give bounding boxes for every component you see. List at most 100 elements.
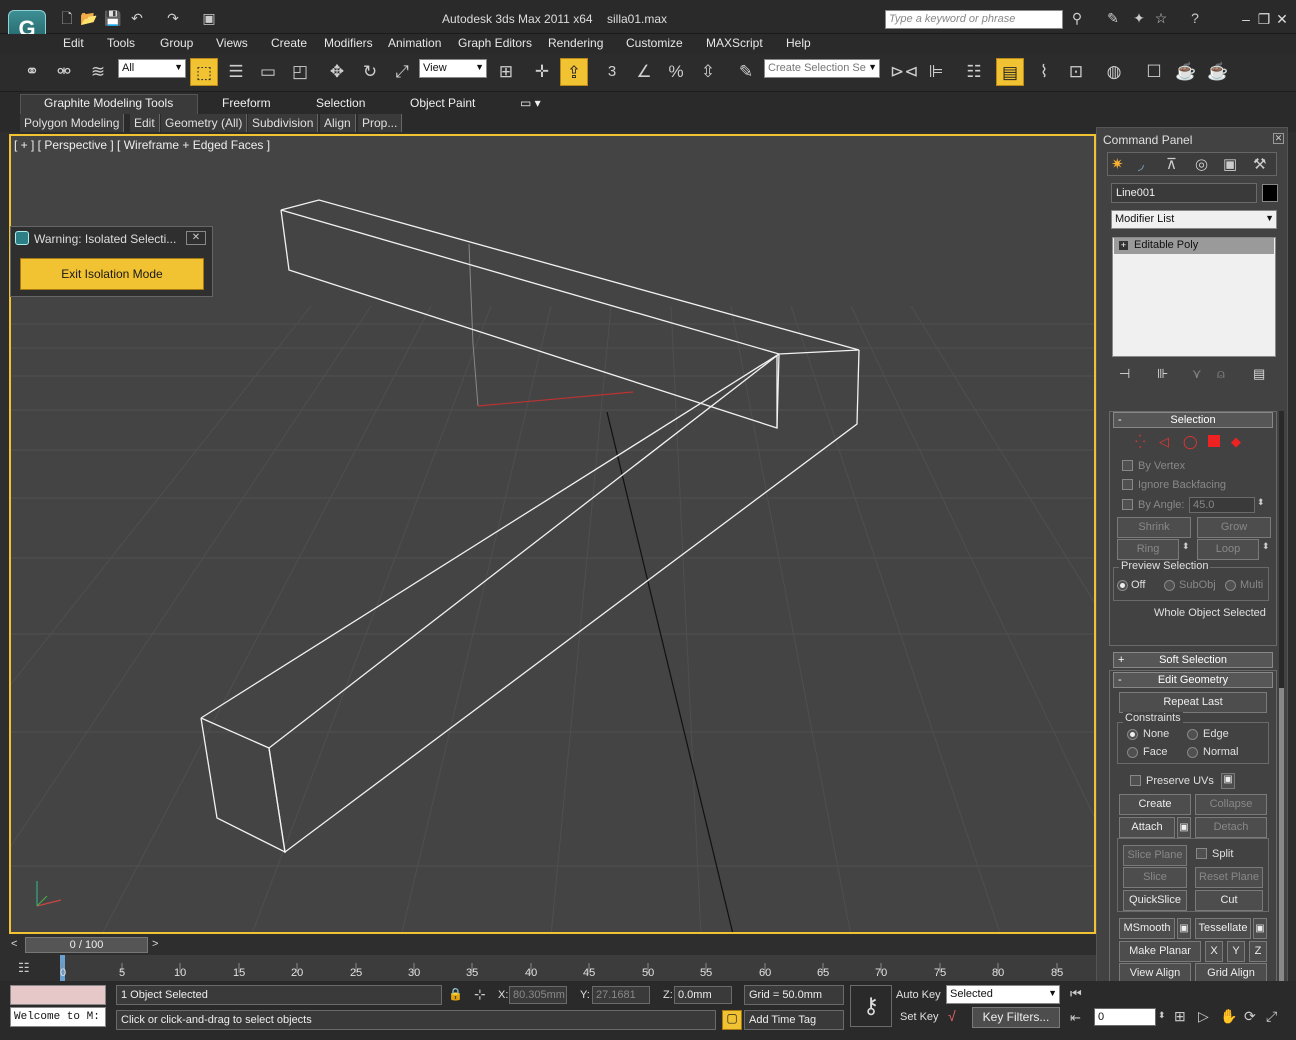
go-to-start-icon[interactable]: ⏮: [1070, 986, 1082, 1002]
ref-coord-dropdown[interactable]: View ▼: [419, 59, 487, 78]
attach-settings-icon[interactable]: ▣: [1177, 817, 1191, 838]
binoculars-icon[interactable]: ⚲: [1068, 9, 1086, 27]
tools-icon[interactable]: ✎: [1104, 9, 1122, 27]
viewport-label[interactable]: [ + ] [ Perspective ] [ Wireframe + Edge…: [14, 138, 270, 152]
display-tab-icon[interactable]: ▣: [1223, 155, 1237, 173]
planar-z-button[interactable]: Z: [1249, 941, 1267, 962]
constraint-none-radio[interactable]: [1127, 729, 1138, 740]
new-file-icon[interactable]: 🗋: [58, 9, 76, 27]
key-selection-dropdown[interactable]: Selected ▼: [946, 985, 1060, 1004]
utilities-tab-icon[interactable]: ⚒: [1253, 155, 1266, 173]
edit-named-selection-icon[interactable]: ✎: [732, 58, 760, 86]
snaps-toggle-icon[interactable]: 3: [598, 58, 626, 86]
selection-rollout-header[interactable]: - Selection: [1113, 412, 1273, 428]
edit-geometry-rollout-header[interactable]: - Edit Geometry: [1113, 672, 1273, 688]
open-file-icon[interactable]: 📂: [80, 9, 98, 27]
slice-plane-button[interactable]: Slice Plane: [1123, 845, 1187, 866]
default-tangent-icon[interactable]: √: [948, 1008, 956, 1024]
time-slider[interactable]: 0 / 100: [25, 937, 148, 953]
repeat-last-button[interactable]: Repeat Last: [1119, 692, 1267, 713]
communication-icon[interactable]: ✦: [1130, 9, 1148, 27]
menu-create[interactable]: Create: [271, 36, 307, 50]
project-folder-icon[interactable]: ▣: [200, 9, 218, 27]
time-config-icon[interactable]: ⊞: [1174, 1008, 1186, 1025]
layer-manager-icon[interactable]: ☷: [960, 58, 988, 86]
align-icon[interactable]: ⊫: [922, 58, 950, 86]
tab-freeform[interactable]: Freeform: [222, 96, 271, 110]
pan-hand-icon[interactable]: ✋: [1220, 1008, 1237, 1025]
curve-editor-icon[interactable]: ⌇: [1030, 58, 1058, 86]
maxscript-listener-mini[interactable]: [10, 985, 106, 1005]
menu-group[interactable]: Group: [160, 36, 193, 50]
close-icon[interactable]: ✕: [1272, 10, 1292, 28]
menu-edit[interactable]: Edit: [63, 36, 84, 50]
tessellate-settings-icon[interactable]: ▣: [1253, 918, 1267, 939]
msmooth-button[interactable]: MSmooth: [1119, 918, 1175, 939]
set-key-button[interactable]: Set Key: [900, 1011, 939, 1023]
subtab-properties[interactable]: Prop...: [358, 114, 403, 132]
tab-selection[interactable]: Selection: [316, 96, 365, 110]
absolute-mode-icon[interactable]: ⊹: [474, 986, 486, 1003]
add-time-tag-button[interactable]: Add Time Tag: [744, 1010, 844, 1030]
ring-spinner-icon[interactable]: ⬍: [1182, 541, 1190, 552]
current-frame-field[interactable]: 0: [1094, 1008, 1156, 1026]
menu-help[interactable]: Help: [786, 36, 811, 50]
window-crossing-icon[interactable]: ◰: [286, 58, 314, 86]
constraint-normal-radio[interactable]: [1187, 747, 1198, 758]
attach-button[interactable]: Attach: [1119, 817, 1175, 838]
preserve-uvs-checkbox[interactable]: [1130, 775, 1141, 786]
menu-tools[interactable]: Tools: [107, 36, 135, 50]
expand-plus-icon[interactable]: +: [1119, 241, 1128, 250]
percent-snap-icon[interactable]: %: [662, 58, 690, 86]
render-setup-icon[interactable]: ☐: [1140, 58, 1168, 86]
mirror-icon[interactable]: ⊳⊲: [890, 58, 919, 86]
key-filters-button[interactable]: Key Filters...: [972, 1007, 1060, 1028]
exit-isolation-button[interactable]: Exit Isolation Mode: [20, 258, 204, 290]
grow-button[interactable]: Grow: [1197, 517, 1271, 538]
help-icon[interactable]: ?: [1186, 9, 1204, 27]
close-icon[interactable]: ✕: [1273, 133, 1284, 144]
redo-icon[interactable]: ↷: [164, 9, 182, 27]
favorites-star-icon[interactable]: ☆: [1152, 9, 1170, 27]
preview-multi-radio[interactable]: [1225, 580, 1236, 591]
create-button[interactable]: Create: [1119, 794, 1191, 815]
key-mode-toggle-icon[interactable]: ⇤: [1070, 1010, 1081, 1026]
close-icon[interactable]: ✕: [186, 231, 206, 245]
border-icon[interactable]: ◯: [1183, 434, 1198, 450]
modifier-stack[interactable]: [1112, 237, 1276, 357]
move-icon[interactable]: ✥: [323, 58, 351, 86]
planar-x-button[interactable]: X: [1205, 941, 1223, 962]
pivot-center-icon[interactable]: ⊞: [492, 58, 520, 86]
restore-icon[interactable]: ❐: [1254, 10, 1274, 28]
slice-button[interactable]: Slice: [1123, 867, 1187, 888]
prev-frame-arrow-icon[interactable]: <: [11, 938, 17, 950]
maximize-viewport-icon[interactable]: ⤢: [1266, 1008, 1277, 1025]
preview-subobj-radio[interactable]: [1164, 580, 1175, 591]
cut-button[interactable]: Cut: [1195, 890, 1263, 911]
spinner-snap-icon[interactable]: ⇳: [694, 58, 722, 86]
element-icon[interactable]: ◆: [1231, 434, 1241, 450]
configure-sets-icon[interactable]: ▤: [1253, 366, 1265, 382]
scale-icon[interactable]: ⤢: [388, 58, 416, 86]
angle-snap-icon[interactable]: ∠: [630, 58, 658, 86]
lock-selection-icon[interactable]: 🔒: [448, 987, 463, 1001]
render-production-icon[interactable]: ☕: [1204, 58, 1232, 86]
menu-modifiers[interactable]: Modifiers: [324, 36, 373, 50]
settings-box-icon[interactable]: ▣: [1221, 773, 1235, 789]
object-color-swatch[interactable]: [1262, 184, 1278, 202]
vertex-icon[interactable]: ⁛: [1135, 434, 1145, 450]
undo-icon[interactable]: ↶: [128, 9, 146, 27]
select-by-name-icon[interactable]: ☰: [222, 58, 250, 86]
spinner-icon[interactable]: ⬍: [1257, 497, 1265, 508]
named-selection-dropdown[interactable]: Create Selection Se ▼: [764, 59, 880, 78]
detach-button[interactable]: Detach: [1195, 817, 1267, 838]
schematic-view-icon[interactable]: ⊡: [1062, 58, 1090, 86]
polygon-icon[interactable]: [1208, 435, 1220, 447]
modify-tab-icon[interactable]: ◞: [1138, 155, 1144, 173]
material-editor-icon[interactable]: ◍: [1100, 58, 1128, 86]
angle-value-field[interactable]: 45.0: [1189, 497, 1255, 513]
msmooth-settings-icon[interactable]: ▣: [1177, 918, 1191, 939]
menu-customize[interactable]: Customize: [626, 36, 683, 50]
menu-views[interactable]: Views: [216, 36, 248, 50]
soft-selection-rollout-header[interactable]: + Soft Selection: [1113, 652, 1273, 668]
